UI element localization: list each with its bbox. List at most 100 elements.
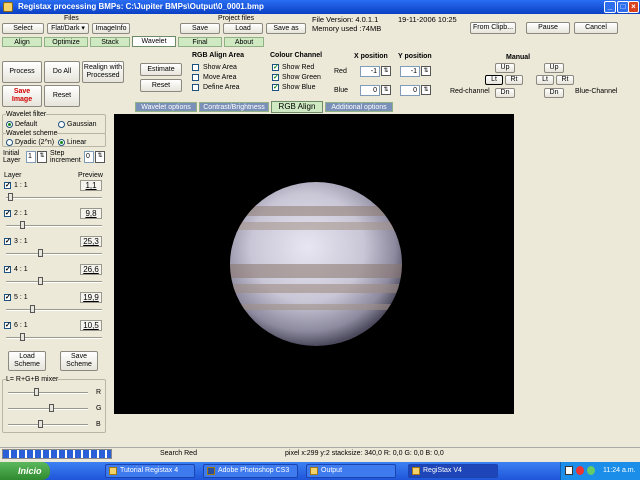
step-increment-field[interactable]: 0 — [84, 151, 94, 163]
layer-preview-value[interactable]: 9,8 — [80, 208, 102, 219]
blue-up-button[interactable]: Up — [544, 63, 564, 73]
cancel-button[interactable]: Cancel — [574, 22, 618, 34]
imageinfo-button[interactable]: ImageInfo — [92, 23, 130, 34]
mixer-slider[interactable] — [8, 408, 88, 410]
layer-slider-thumb[interactable] — [37, 249, 43, 257]
taskbar-item-label: RegiStax V4 — [423, 467, 462, 474]
layer-slider-thumb[interactable] — [19, 333, 25, 341]
tab-final[interactable]: Final — [178, 37, 222, 47]
network-icon[interactable] — [565, 466, 573, 475]
save-image-button[interactable]: Save Image — [2, 85, 42, 107]
red-x-spinner[interactable]: ⇅ — [381, 66, 391, 76]
do-all-button[interactable]: Do All — [44, 61, 80, 83]
layer-checkbox[interactable]: ✓ — [4, 294, 11, 301]
tab-optimize[interactable]: Optimize — [44, 37, 88, 47]
layer-preview-value[interactable]: 19,9 — [80, 292, 102, 303]
layer-checkbox[interactable]: ✓ — [4, 238, 11, 245]
app-icon — [3, 2, 13, 12]
mixer-slider-thumb[interactable] — [38, 420, 43, 428]
layer-slider-thumb[interactable] — [38, 277, 44, 285]
tab-additional-options[interactable]: Additional options — [325, 102, 393, 112]
layer-checkbox[interactable]: ✓ — [4, 266, 11, 273]
show-blue-checkbox[interactable]: ✓ — [272, 84, 279, 91]
layer-checkbox[interactable]: ✓ — [4, 182, 11, 189]
image-viewport[interactable] — [114, 114, 514, 414]
mixer-slider-thumb[interactable] — [34, 388, 40, 396]
layer-checkbox[interactable]: ✓ — [4, 210, 11, 217]
gaussian-radio[interactable] — [58, 121, 65, 128]
mixer-slider-thumb[interactable] — [49, 404, 55, 412]
taskbar-item-output[interactable]: Output — [306, 464, 396, 478]
layer-slider-thumb[interactable] — [30, 305, 36, 313]
shield-icon[interactable] — [587, 466, 595, 475]
layer-slider-thumb[interactable] — [7, 193, 13, 201]
blue-x-spinner[interactable]: ⇅ — [381, 85, 391, 95]
linear-radio[interactable] — [58, 139, 65, 146]
red-y-field[interactable]: -1 — [400, 66, 420, 77]
tab-about[interactable]: About — [224, 37, 264, 47]
from-clipboard-button[interactable]: From Clipb... — [470, 22, 516, 34]
tab-stack[interactable]: Stack — [90, 37, 130, 47]
flatdark-button[interactable]: Flat/Dark ▾ — [47, 23, 89, 34]
tab-wavelet-options[interactable]: Wavelet options — [135, 102, 197, 112]
layer-slider[interactable] — [6, 281, 102, 283]
reset-button[interactable]: Reset — [44, 85, 80, 107]
minimize-button[interactable]: _ — [604, 1, 616, 13]
red-up-button[interactable]: Up — [495, 63, 515, 73]
alert-icon[interactable] — [576, 466, 584, 475]
tab-wavelet[interactable]: Wavelet — [132, 36, 176, 47]
blue-x-field[interactable]: 0 — [360, 85, 380, 96]
clock[interactable]: 11:24 a.m. — [603, 467, 636, 474]
project-load-button[interactable]: Load — [223, 23, 263, 34]
blue-y-spinner[interactable]: ⇅ — [421, 85, 431, 95]
taskbar-item-registax[interactable]: RegiStax V4 — [408, 464, 498, 478]
blue-right-button[interactable]: Rt — [556, 75, 574, 85]
blue-down-button[interactable]: Dn — [544, 88, 564, 98]
layer-slider-thumb[interactable] — [19, 221, 25, 229]
tab-align[interactable]: Align — [2, 37, 42, 47]
red-right-button[interactable]: Rt — [505, 75, 523, 85]
close-button[interactable]: × — [628, 1, 639, 13]
show-area-checkbox[interactable] — [192, 64, 199, 71]
start-button[interactable]: Inicio — [0, 462, 50, 480]
select-button[interactable]: Select — [2, 23, 44, 34]
dyadic-radio[interactable] — [6, 139, 13, 146]
show-red-checkbox[interactable]: ✓ — [272, 64, 279, 71]
pause-button[interactable]: Pause — [526, 22, 570, 34]
blue-left-button[interactable]: Lt — [536, 75, 554, 85]
default-radio[interactable] — [6, 121, 13, 128]
rgb-reset-button[interactable]: Reset — [140, 79, 182, 92]
tab-contrast-brightness[interactable]: Contrast/Brightness — [199, 102, 269, 112]
layer-preview-value[interactable]: 25,3 — [80, 236, 102, 247]
taskbar-item-tutorial[interactable]: Tutorial Registax 4 — [105, 464, 195, 478]
mixer-slider[interactable] — [8, 392, 88, 394]
initial-layer-spinner[interactable]: ⇅ — [37, 151, 47, 163]
red-left-button[interactable]: Lt — [485, 75, 503, 85]
red-y-spinner[interactable]: ⇅ — [421, 66, 431, 76]
layer-preview-value[interactable]: 10,5 — [80, 320, 102, 331]
red-down-button[interactable]: Dn — [495, 88, 515, 98]
estimate-button[interactable]: Estimate — [140, 63, 182, 76]
project-save-button[interactable]: Save — [180, 23, 220, 34]
taskbar-item-photoshop[interactable]: Adobe Photoshop CS3 — [203, 464, 298, 478]
step-increment-spinner[interactable]: ⇅ — [95, 151, 105, 163]
layer-slider[interactable] — [6, 197, 102, 199]
load-scheme-button[interactable]: Load Scheme — [8, 351, 46, 371]
tab-rgb-align[interactable]: RGB Align — [271, 101, 323, 113]
layer-slider[interactable] — [6, 253, 102, 255]
layer-checkbox[interactable]: ✓ — [4, 322, 11, 329]
red-x-field[interactable]: -1 — [360, 66, 380, 77]
save-scheme-button[interactable]: Save Scheme — [60, 351, 98, 371]
move-area-checkbox[interactable] — [192, 74, 199, 81]
project-save-as-button[interactable]: Save as — [266, 23, 306, 34]
initial-layer-field[interactable]: 1 — [26, 151, 36, 163]
layer-slider[interactable] — [6, 309, 102, 311]
layer-preview-value[interactable]: 1,1 — [80, 180, 102, 191]
realign-button[interactable]: Realign with Processed — [82, 61, 124, 83]
layer-preview-value[interactable]: 26,6 — [80, 264, 102, 275]
mixer-slider[interactable] — [8, 424, 88, 426]
blue-y-field[interactable]: 0 — [400, 85, 420, 96]
process-button[interactable]: Process — [2, 61, 42, 83]
define-area-checkbox[interactable] — [192, 84, 199, 91]
show-green-checkbox[interactable]: ✓ — [272, 74, 279, 81]
